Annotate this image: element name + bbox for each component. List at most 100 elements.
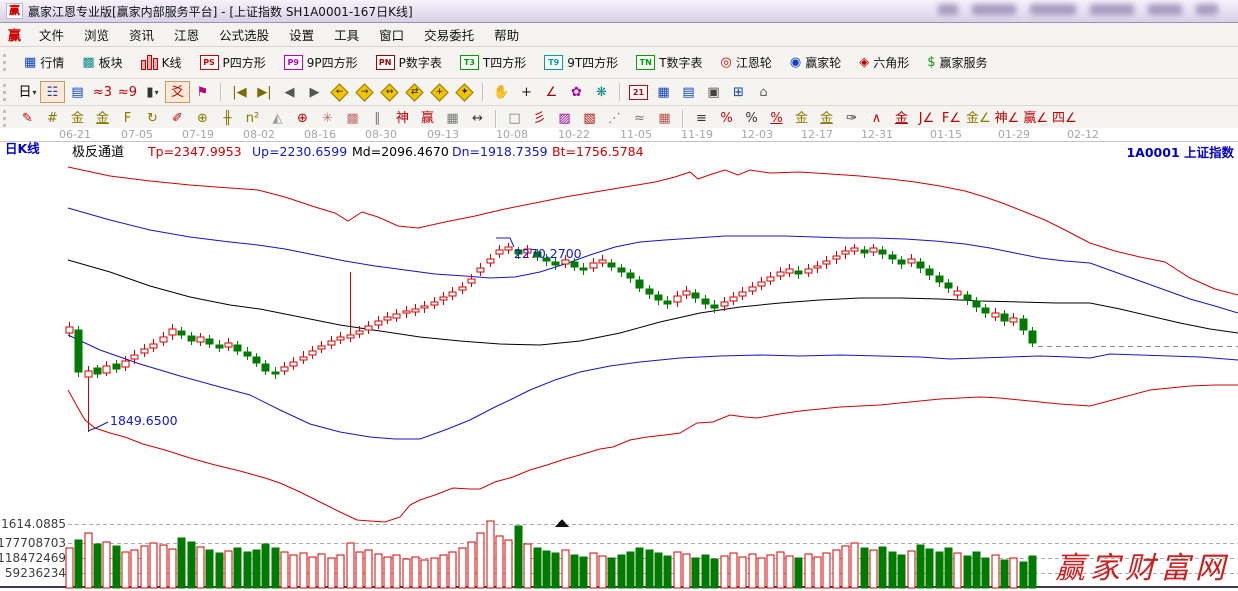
si-angle-button[interactable]: 四∠ [1050, 108, 1079, 130]
f-angle-button[interactable]: F∠ [939, 108, 964, 130]
hatch-box-button[interactable]: ▧ [577, 108, 602, 130]
p-square-icon: PS [200, 55, 219, 70]
candle-style-button[interactable]: ▮▾ [140, 81, 165, 103]
chart-canvas[interactable]: 06-2107-0507-1908-0208-1608-3009-1310-08… [0, 128, 1238, 591]
f10-info-button[interactable]: ▤ [65, 81, 90, 103]
ab-wave-button[interactable]: ∧ [864, 108, 889, 130]
gann-flower-button[interactable]: ✿ [564, 81, 589, 103]
volume-bar [318, 554, 325, 588]
fan-box-button[interactable]: ▨ [552, 108, 577, 130]
crosshair-button[interactable]: + [514, 81, 539, 103]
wave-3-button[interactable]: ≈3 [90, 81, 115, 103]
n-square-button[interactable]: n² [240, 108, 265, 130]
zoom-horizontal-button[interactable]: ↔ [377, 81, 402, 103]
p-square-button[interactable]: PSP四方形 [191, 51, 275, 74]
mirror-angle-button[interactable]: ◭ [265, 108, 290, 130]
menu-item-gann[interactable]: 江恩 [164, 23, 209, 46]
level-bars-button[interactable]: ≡ [689, 108, 714, 130]
drag-hand-button[interactable]: ✋ [489, 81, 514, 103]
gold-square-button[interactable]: 金 [65, 108, 90, 130]
j-angle-button[interactable]: J∠ [914, 108, 939, 130]
menu-item-help[interactable]: 帮助 [484, 23, 529, 46]
sectors-button[interactable]: ▩板块 [73, 51, 131, 74]
percent-levels-button[interactable]: % [764, 108, 789, 130]
smart-analysis-button[interactable]: ❋ [589, 81, 614, 103]
gann-wheel-button[interactable]: ◎江恩轮 [712, 51, 781, 74]
kline-period-button[interactable]: 日▾ [15, 81, 40, 103]
page-prev-button[interactable]: ◀ [277, 81, 302, 103]
time-ticks-button[interactable]: ╫ [215, 108, 240, 130]
wave-line-button[interactable]: ≈ [627, 108, 652, 130]
h-measure-button[interactable]: ↔ [465, 108, 490, 130]
percent-button[interactable]: % [739, 108, 764, 130]
dense-grid-button[interactable]: ▦ [652, 108, 677, 130]
expand-bars-button[interactable]: + [427, 81, 452, 103]
kline-button[interactable]: K线 [132, 51, 191, 74]
gann-grid-button[interactable]: # [40, 108, 65, 130]
gann-circle-button[interactable]: ⊕ [190, 108, 215, 130]
t-table-button[interactable]: TNT数字表 [627, 51, 711, 74]
kline-chart[interactable]: 06-2107-0507-1908-0208-1608-3009-1310-08… [0, 128, 1238, 591]
remote-station-button[interactable]: ⌂ [751, 81, 776, 103]
winner-service-button[interactable]: $赢家服务 [918, 51, 996, 74]
measure-angle-button[interactable]: ∠ [539, 81, 564, 103]
p-table-button[interactable]: PNP数字表 [367, 51, 451, 74]
menu-item-trade-order[interactable]: 交易委托 [414, 23, 484, 46]
gold-levels-button[interactable]: 金 [814, 108, 839, 130]
color-flag-button[interactable]: ⚑ [190, 81, 215, 103]
shen-angle-button[interactable]: 神∠ [993, 108, 1022, 130]
gold-angle-button[interactable]: 金∠ [964, 108, 993, 130]
target-cross-button[interactable]: ⊕ [290, 108, 315, 130]
title-bar: 赢 赢家江恩专业版[赢家内部服务平台] - [上证指数 SH1A0001-167… [0, 0, 1238, 23]
spider-web-button[interactable]: ✳ [315, 108, 340, 130]
diary-button[interactable]: ▤ [676, 81, 701, 103]
t9-square-button[interactable]: T99T四方形 [535, 51, 627, 74]
ray-lines-button[interactable]: ⋰ [602, 108, 627, 130]
gold-circle-button[interactable]: 金 [789, 108, 814, 130]
volume-bar [169, 549, 176, 588]
gold-line-button[interactable]: 金 [889, 108, 914, 130]
full-view-button[interactable]: ✦ [452, 81, 477, 103]
goto-first-button[interactable]: |◀ [227, 81, 252, 103]
calendar-button[interactable]: 21 [626, 81, 651, 103]
ying-angle-button[interactable]: 赢∠ [1021, 108, 1050, 130]
grid-123-button[interactable]: ▦ [440, 108, 465, 130]
menu-item-news[interactable]: 资讯 [119, 23, 164, 46]
calculator-button[interactable]: ▦ [651, 81, 676, 103]
shen-grid-button[interactable]: 神 [390, 108, 415, 130]
p9-square-button[interactable]: P99P四方形 [275, 51, 367, 74]
fan-lines-button[interactable]: 彡 [527, 108, 552, 130]
t-square-button[interactable]: T3T四方形 [451, 51, 535, 74]
menu-item-browse[interactable]: 浏览 [74, 23, 119, 46]
menu-item-tools[interactable]: 工具 [324, 23, 369, 46]
gold-square-2-button[interactable]: 金 [90, 108, 115, 130]
pattern-yao-button[interactable]: 爻 [165, 81, 190, 103]
compress-bars-button[interactable]: ⇄ [402, 81, 427, 103]
square-web-button[interactable]: ▩ [340, 108, 365, 130]
brush-button[interactable]: ✎ [15, 108, 40, 130]
percent-line-button[interactable]: % [714, 108, 739, 130]
market-overview-button[interactable]: ☷ [40, 81, 65, 103]
ying-grid-button[interactable]: 赢 [415, 108, 440, 130]
shift-right-button[interactable]: → [352, 81, 377, 103]
pen-measure-button[interactable]: ✑ [839, 108, 864, 130]
shift-left-button[interactable]: ← [327, 81, 352, 103]
goto-last-button[interactable]: ▶| [252, 81, 277, 103]
menu-item-file[interactable]: 文件 [29, 23, 74, 46]
page-next-button[interactable]: ▶ [302, 81, 327, 103]
quotes-button[interactable]: ▦行情 [15, 51, 73, 74]
wave-9-button[interactable]: ≈9 [115, 81, 140, 103]
box-tool-button[interactable]: □ [502, 108, 527, 130]
red-pen-button[interactable]: ✐ [165, 108, 190, 130]
menu-item-formula-picker[interactable]: 公式选股 [209, 23, 279, 46]
send-network-button[interactable]: ⊞ [726, 81, 751, 103]
spiral-button[interactable]: ↻ [140, 108, 165, 130]
save-button[interactable]: ▣ [701, 81, 726, 103]
menu-item-settings[interactable]: 设置 [279, 23, 324, 46]
hexagon-button[interactable]: ◈六角形 [850, 51, 918, 74]
parallel-lines-button[interactable]: ∥ [365, 108, 390, 130]
winner-wheel-button[interactable]: ◉赢家轮 [781, 51, 850, 74]
f-square-button[interactable]: F [115, 108, 140, 130]
volume-bar [683, 554, 690, 588]
menu-item-window[interactable]: 窗口 [369, 23, 414, 46]
